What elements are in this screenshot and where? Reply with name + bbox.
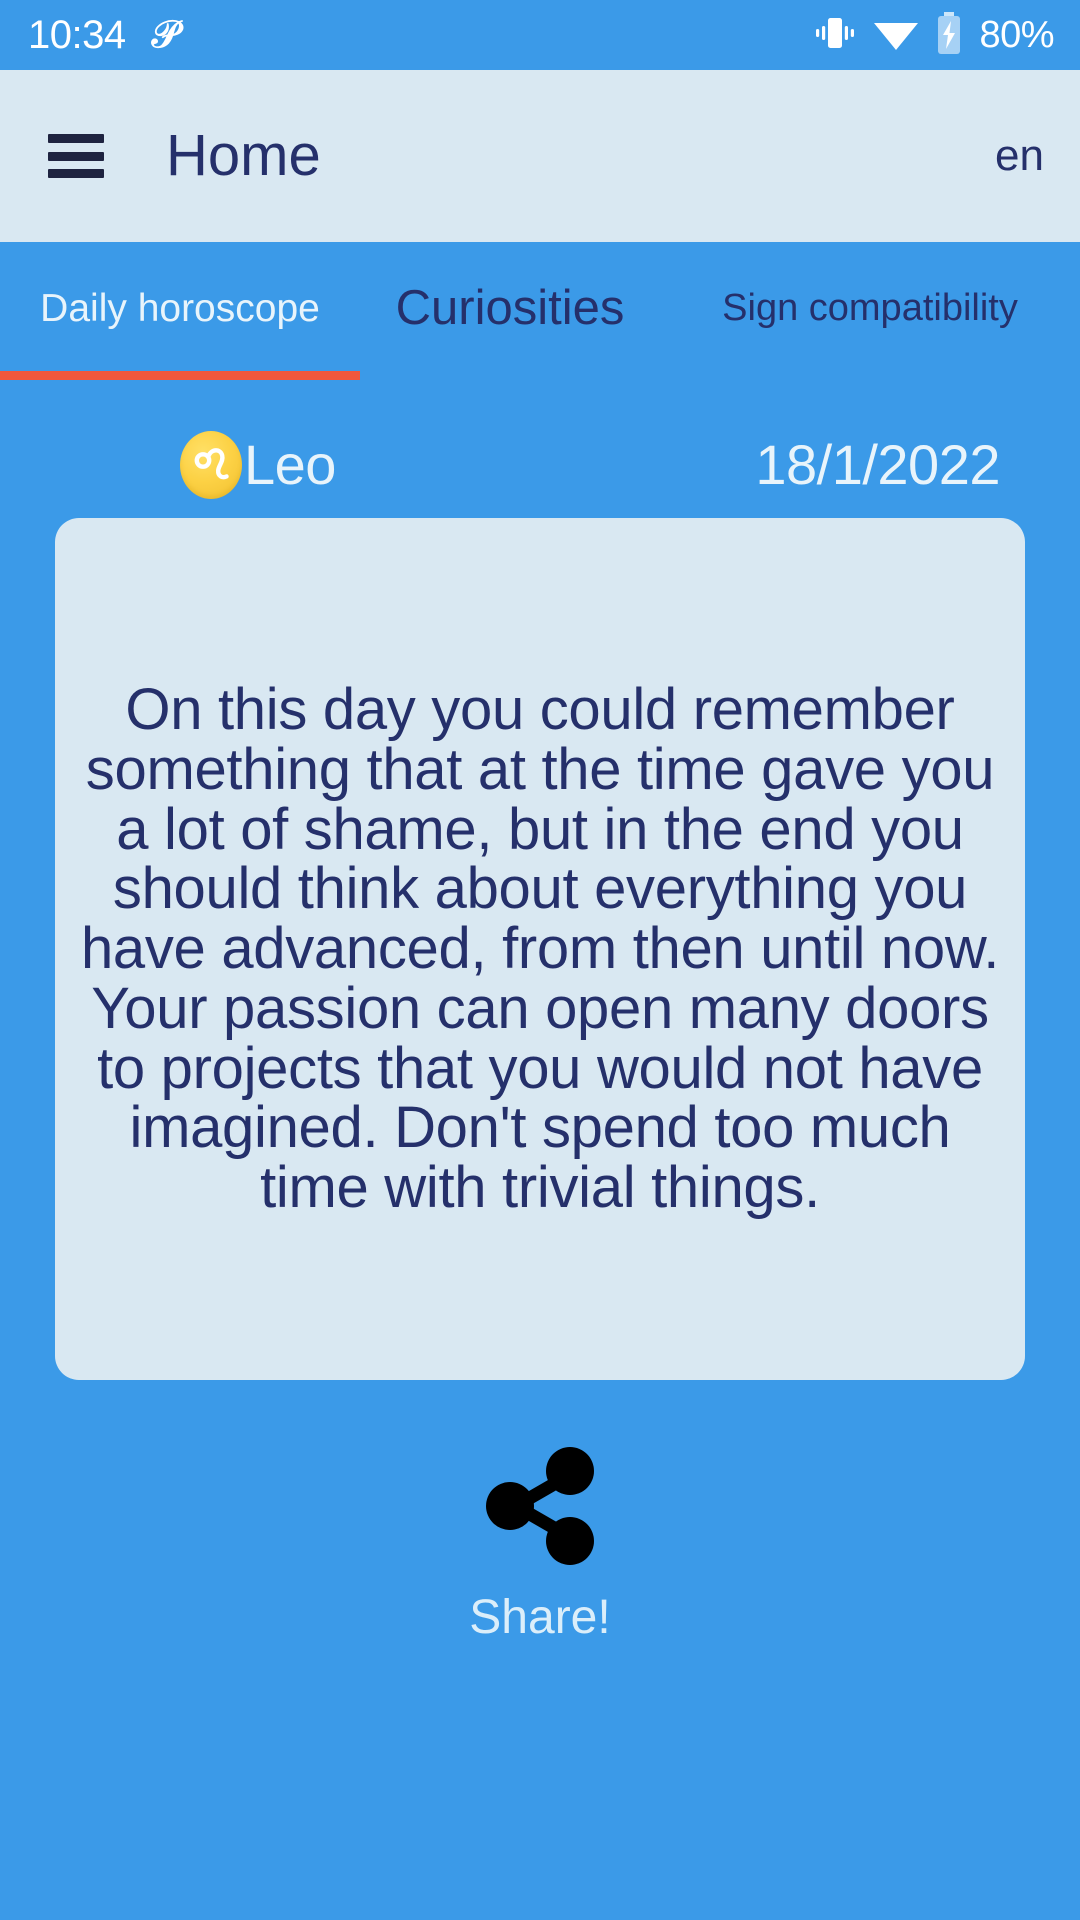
- leo-zodiac-icon: [180, 431, 242, 499]
- status-bar: 10:34 𝒫 80%: [0, 0, 1080, 70]
- tab-daily-horoscope[interactable]: Daily horoscope: [0, 242, 360, 392]
- wifi-icon: [873, 14, 919, 57]
- tab-curiosities[interactable]: Curiosities: [360, 242, 660, 392]
- hamburger-bar: [48, 151, 104, 161]
- hamburger-bar: [48, 134, 104, 143]
- status-bar-right: 80%: [813, 11, 1054, 59]
- battery-percent: 80%: [979, 14, 1054, 56]
- tab-bar: Daily horoscope Curiosities Sign compati…: [0, 242, 1080, 392]
- tab-list: Daily horoscope Curiosities Sign compati…: [0, 242, 1080, 392]
- hamburger-bar: [48, 169, 104, 178]
- horoscope-text: On this day you could remember something…: [80, 677, 1000, 1221]
- status-bar-left: 10:34 𝒫: [28, 15, 179, 55]
- status-time: 10:34: [28, 13, 126, 57]
- battery-charging-icon: [935, 11, 963, 59]
- vibrate-icon: [813, 13, 857, 58]
- page-title: Home: [166, 123, 321, 188]
- tab-label: Sign compatibility: [722, 287, 1018, 329]
- app-bar: Home en: [0, 70, 1080, 242]
- share-icon: [470, 1436, 610, 1576]
- share-button[interactable]: Share!: [0, 1436, 1080, 1642]
- share-label: Share!: [469, 1591, 611, 1644]
- tab-label: Curiosities: [395, 280, 625, 335]
- tab-label: Daily horoscope: [40, 286, 320, 330]
- main-content: Leo 18/1/2022 On this day you could reme…: [0, 392, 1080, 1920]
- app-screen: 10:34 𝒫 80% Home en Daily horoscope Curi…: [0, 0, 1080, 1920]
- pinterest-p-icon: 𝒫: [151, 14, 180, 56]
- horoscope-date: 18/1/2022: [755, 433, 1000, 496]
- horoscope-card: On this day you could remember something…: [55, 518, 1025, 1380]
- sign-header-row: Leo 18/1/2022: [0, 392, 1080, 504]
- hamburger-menu-icon[interactable]: [48, 134, 104, 178]
- zodiac-sign: Leo: [180, 431, 336, 499]
- sign-name: Leo: [244, 433, 336, 496]
- tab-sign-compatibility[interactable]: Sign compatibility: [660, 242, 1080, 392]
- tab-active-indicator: [0, 371, 360, 380]
- language-selector[interactable]: en: [995, 134, 1044, 178]
